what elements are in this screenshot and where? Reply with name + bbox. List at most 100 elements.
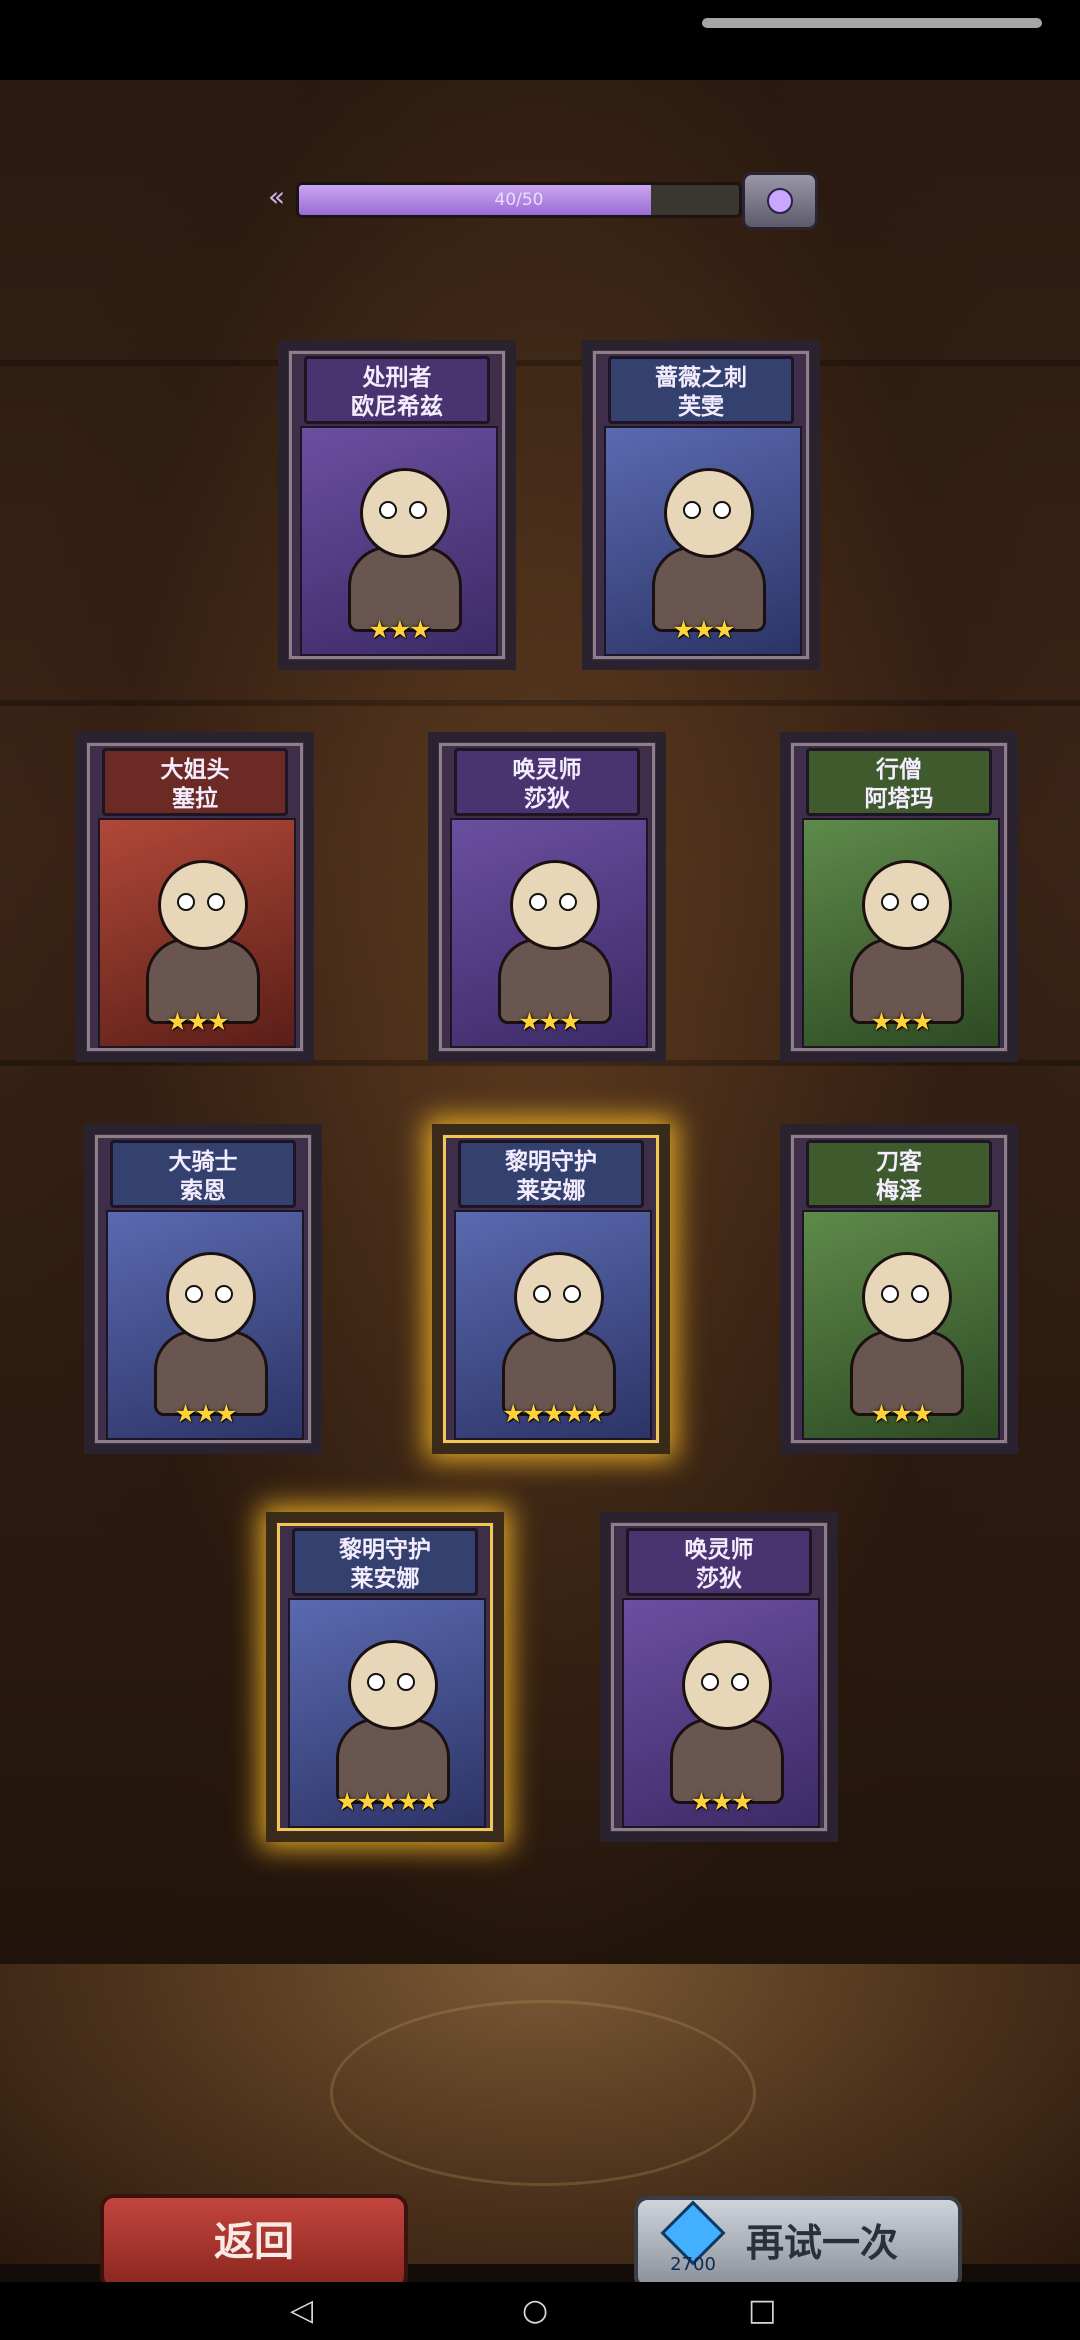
hero-card[interactable]: 蔷薇之刺 芙雯 ★★★ — [582, 340, 820, 670]
wood-plank — [0, 700, 1080, 706]
hero-head — [682, 1640, 772, 1730]
hero-card[interactable]: 行僧阿塔玛 ★★★ — [780, 732, 1018, 1062]
progress-arrow-icon: « — [268, 180, 286, 213]
hero-eye — [379, 501, 397, 519]
hero-head — [166, 1252, 256, 1342]
card-title-banner: 黎明守护 莱安娜 — [458, 1140, 644, 1208]
star-rating: ★★★ — [690, 1787, 753, 1816]
hero-card[interactable]: 大姐头塞拉 ★★★ — [76, 732, 314, 1062]
hero-name: 梅泽 — [876, 1178, 922, 1204]
hero-title: 行僧 — [876, 757, 922, 783]
hero-name: 阿塔玛 — [864, 786, 934, 812]
card-title-banner: 蔷薇之刺 芙雯 — [608, 356, 794, 424]
retry-cost: 2700 — [670, 2254, 716, 2275]
card-title-banner: 唤灵师 莎狄 — [454, 748, 640, 816]
hero-eye — [207, 893, 225, 911]
card-title-banner: 刀客 梅泽 — [806, 1140, 992, 1208]
hero-head — [348, 1640, 438, 1730]
table-rune-decoration — [330, 2000, 756, 2186]
hero-eye — [529, 893, 547, 911]
star-rating: ★★★ — [166, 1007, 229, 1036]
hero-head — [862, 860, 952, 950]
hero-title: 唤灵师 — [684, 1537, 754, 1563]
hero-eye — [713, 501, 731, 519]
chest-gem-icon — [767, 188, 793, 214]
hero-name: 莱安娜 — [516, 1178, 586, 1204]
hero-eye — [367, 1673, 385, 1691]
hero-portrait: ★★★ — [450, 818, 648, 1048]
hero-portrait: ★★★ — [98, 818, 296, 1048]
hero-portrait: ★★★ — [604, 426, 802, 656]
nav-recent-icon[interactable]: □ — [748, 2294, 776, 2328]
hero-title: 唤灵师 — [512, 757, 582, 783]
star-rating: ★★★ — [368, 615, 431, 644]
hero-head — [862, 1252, 952, 1342]
hero-title: 大姐头 — [160, 757, 230, 783]
card-title-banner: 处刑者 欧尼希兹 — [304, 356, 490, 424]
hero-card[interactable]: 大骑士 索恩 ★★★ — [84, 1124, 322, 1454]
hero-portrait: ★★★ — [622, 1598, 820, 1828]
hero-portrait: ★★★★★ — [454, 1210, 652, 1440]
hero-name: 欧尼希兹 — [351, 394, 443, 420]
hero-head — [510, 860, 600, 950]
hero-card[interactable]: 唤灵师莎狄 ★★★ — [600, 1512, 838, 1842]
card-title-banner: 大骑士 索恩 — [110, 1140, 296, 1208]
back-button[interactable]: 返回 — [100, 2194, 408, 2290]
hero-head — [514, 1252, 604, 1342]
progress-label: 40/50 — [494, 190, 544, 210]
star-rating: ★★★ — [518, 1007, 581, 1036]
hero-eye — [683, 501, 701, 519]
card-title-banner: 黎明守护 莱安娜 — [292, 1528, 478, 1596]
hero-card[interactable]: 黎明守护莱安娜 ★★★★★ — [266, 1512, 504, 1842]
hero-head — [664, 468, 754, 558]
card-title-banner: 大姐头 塞拉 — [102, 748, 288, 816]
hero-eye — [911, 1285, 929, 1303]
hero-portrait: ★★★★★ — [288, 1598, 486, 1828]
hero-title: 黎明守护 — [339, 1537, 431, 1563]
hero-card[interactable]: 唤灵师莎狄 ★★★ — [428, 732, 666, 1062]
retry-label: 再试一次 — [746, 2221, 899, 2265]
hero-name: 塞拉 — [172, 786, 218, 812]
star-rating: ★★★ — [870, 1399, 933, 1428]
summon-progress: « 40/50 — [268, 172, 818, 230]
hero-card[interactable]: 黎明守护莱安娜 ★★★★★ — [432, 1124, 670, 1454]
hero-title: 大骑士 — [168, 1149, 238, 1175]
hero-portrait: ★★★ — [802, 818, 1000, 1048]
hero-title: 刀客 — [876, 1149, 922, 1175]
hero-eye — [559, 893, 577, 911]
hero-eye — [177, 893, 195, 911]
star-rating: ★★★ — [174, 1399, 237, 1428]
card-title-banner: 唤灵师 莎狄 — [626, 1528, 812, 1596]
star-rating: ★★★ — [870, 1007, 933, 1036]
hero-eye — [731, 1673, 749, 1691]
hero-eye — [701, 1673, 719, 1691]
hero-name: 莎狄 — [524, 786, 570, 812]
hero-title: 处刑者 — [362, 365, 432, 391]
hero-portrait: ★★★ — [300, 426, 498, 656]
status-bar — [0, 0, 1080, 80]
hero-head — [158, 860, 248, 950]
hero-eye — [409, 501, 427, 519]
hero-card[interactable]: 处刑者欧尼希兹 ★★★ — [278, 340, 516, 670]
hero-title: 蔷薇之刺 — [655, 365, 747, 391]
hero-eye — [881, 893, 899, 911]
hero-eye — [185, 1285, 203, 1303]
hero-name: 芙雯 — [678, 394, 724, 420]
wood-plank — [0, 360, 1080, 366]
hero-portrait: ★★★ — [802, 1210, 1000, 1440]
hero-title: 黎明守护 — [505, 1149, 597, 1175]
hero-portrait: ★★★ — [106, 1210, 304, 1440]
star-rating: ★★★★★ — [335, 1787, 440, 1816]
chest-icon[interactable] — [742, 172, 818, 230]
hero-name: 莱安娜 — [350, 1566, 420, 1592]
hero-card[interactable]: 刀客梅泽 ★★★ — [780, 1124, 1018, 1454]
star-rating: ★★★★★ — [501, 1399, 606, 1428]
hero-eye — [911, 893, 929, 911]
hero-eye — [533, 1285, 551, 1303]
retry-button[interactable]: 2700 再试一次 — [634, 2196, 962, 2290]
progress-track: 40/50 — [296, 182, 742, 218]
hero-name: 莎狄 — [696, 1566, 742, 1592]
nav-back-icon[interactable]: ◁ — [290, 2294, 313, 2328]
system-navbar: ◁ ○ □ — [0, 2282, 1080, 2340]
nav-home-icon[interactable]: ○ — [522, 2294, 548, 2328]
